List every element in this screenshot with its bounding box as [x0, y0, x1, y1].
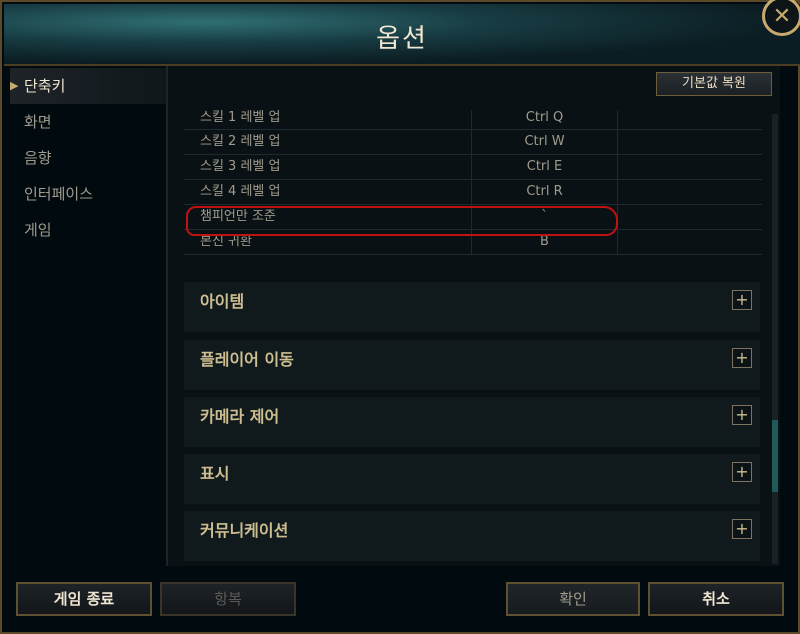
section-title: 아이템	[200, 292, 245, 311]
close-button[interactable]: ✕	[762, 0, 800, 36]
keybind-key[interactable]: Ctrl E	[472, 155, 618, 179]
table-row: 스킬 4 레벨 업 Ctrl R	[184, 180, 762, 205]
section-title: 표시	[200, 464, 230, 483]
keybind-alt-key[interactable]	[618, 180, 762, 204]
cancel-button[interactable]: 취소	[648, 582, 784, 616]
sidebar-item-label: 인터페이스	[24, 185, 94, 203]
sidebar-item-video[interactable]: 화면	[10, 104, 166, 140]
section-communication[interactable]: 커뮤니케이션 +	[184, 511, 760, 561]
section-title: 커뮤니케이션	[200, 521, 289, 540]
keybind-key[interactable]: Ctrl R	[472, 180, 618, 204]
table-row: 스킬 2 레벨 업 Ctrl W	[184, 130, 762, 155]
keybind-alt-key[interactable]	[618, 155, 762, 179]
sidebar-item-hotkeys[interactable]: ▶ 단축키	[10, 68, 166, 104]
quit-game-button[interactable]: 게임 종료	[16, 582, 152, 616]
confirm-button[interactable]: 확인	[506, 582, 640, 616]
keybind-alt-key[interactable]	[618, 230, 762, 254]
close-icon: ✕	[772, 3, 792, 29]
plus-icon[interactable]: +	[732, 405, 752, 425]
plus-icon[interactable]: +	[732, 519, 752, 539]
keybind-name: 스킬 2 레벨 업	[184, 130, 472, 154]
sidebar-item-sound[interactable]: 음향	[10, 140, 166, 176]
keybind-name: 스킬 4 레벨 업	[184, 180, 472, 204]
restore-defaults-button[interactable]: 기본값 복원	[656, 72, 772, 96]
section-camera-control[interactable]: 카메라 제어 +	[184, 397, 760, 447]
section-items[interactable]: 아이템 +	[184, 282, 760, 332]
sidebar-item-label: 게임	[24, 221, 52, 239]
sidebar-item-label: 단축키	[24, 77, 66, 95]
keybind-alt-key[interactable]	[618, 110, 762, 129]
keybind-alt-key[interactable]	[618, 130, 762, 154]
sidebar-item-game[interactable]: 게임	[10, 212, 166, 248]
section-player-movement[interactable]: 플레이어 이동 +	[184, 340, 760, 390]
section-title: 카메라 제어	[200, 407, 280, 426]
annotation-highlight-circle	[186, 206, 618, 236]
table-row: 스킬 3 레벨 업 Ctrl E	[184, 155, 762, 180]
sidebar-item-interface[interactable]: 인터페이스	[10, 176, 166, 212]
table-row: 스킬 1 레벨 업 Ctrl Q	[184, 110, 762, 130]
section-display[interactable]: 표시 +	[184, 454, 760, 504]
keybind-alt-key[interactable]	[618, 205, 762, 229]
plus-icon[interactable]: +	[732, 290, 752, 310]
window-title: 옵션	[376, 24, 428, 54]
keybind-name: 스킬 1 레벨 업	[184, 110, 472, 129]
keybind-key[interactable]: Ctrl W	[472, 130, 618, 154]
scrollbar-thumb[interactable]	[772, 420, 778, 492]
plus-icon[interactable]: +	[732, 462, 752, 482]
window-header: 옵션	[4, 4, 800, 66]
plus-icon[interactable]: +	[732, 348, 752, 368]
scrollbar-track[interactable]	[772, 114, 778, 564]
section-title: 플레이어 이동	[200, 350, 294, 369]
keybind-name: 스킬 3 레벨 업	[184, 155, 472, 179]
sidebar-item-label: 화면	[24, 113, 52, 131]
sidebar-nav: ▶ 단축키 화면 음향 인터페이스 게임	[10, 68, 166, 568]
chevron-right-icon: ▶	[10, 79, 19, 92]
surrender-button[interactable]: 항복	[160, 582, 296, 616]
sidebar-item-label: 음향	[24, 149, 52, 167]
keybind-key[interactable]: Ctrl Q	[472, 110, 618, 129]
